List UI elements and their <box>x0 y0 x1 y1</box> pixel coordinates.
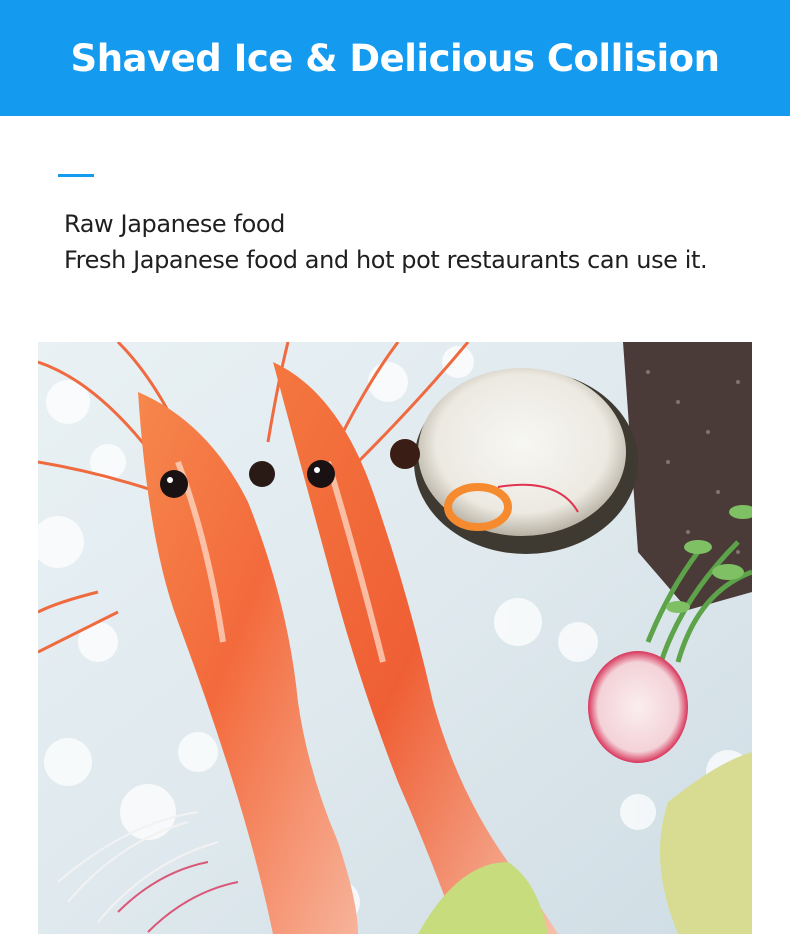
product-description: Raw Japanese food Fresh Japanese food an… <box>64 206 764 278</box>
accent-divider <box>58 174 94 177</box>
banner-title: Shaved Ice & Delicious Collision <box>70 36 720 80</box>
header-banner: Shaved Ice & Delicious Collision <box>0 0 790 116</box>
description-line-2: Fresh Japanese food and hot pot restaura… <box>64 246 708 274</box>
description-line-1: Raw Japanese food <box>64 210 285 238</box>
shrimp-photo <box>38 342 752 934</box>
product-detail-page: Shaved Ice & Delicious Collision Raw Jap… <box>0 0 790 934</box>
